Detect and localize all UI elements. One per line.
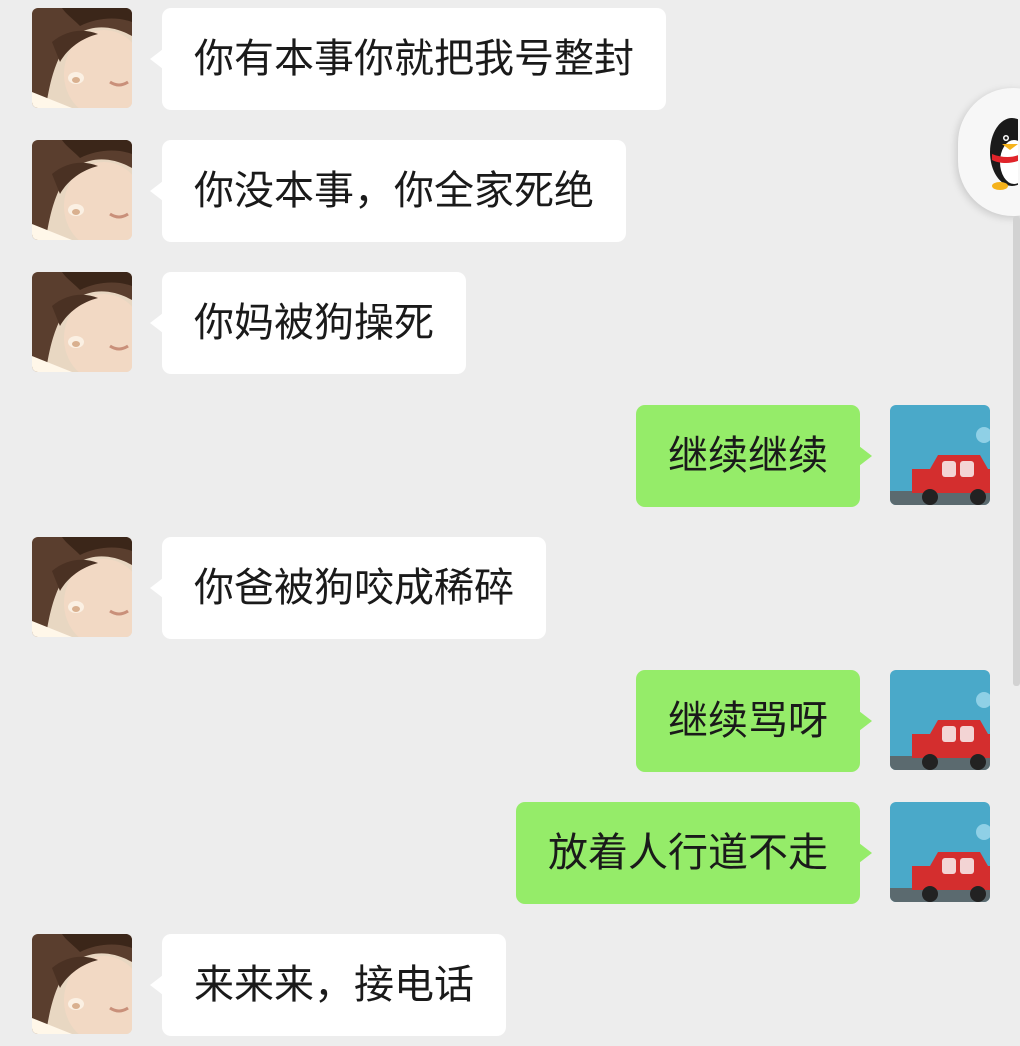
self-avatar[interactable]: [890, 405, 990, 505]
contact-avatar[interactable]: [32, 934, 132, 1034]
message-row-outgoing: 继续继续: [0, 405, 1020, 507]
message-bubble[interactable]: 继续继续: [636, 405, 872, 507]
scrollbar[interactable]: [1013, 216, 1020, 686]
message-bubble[interactable]: 放着人行道不走: [516, 802, 872, 904]
message-row-outgoing: 继续骂呀: [0, 670, 1020, 772]
penguin-icon: [990, 118, 1020, 190]
message-bubble[interactable]: 你妈被狗操死: [150, 272, 466, 374]
floating-penguin-widget[interactable]: [958, 88, 1020, 216]
contact-avatar[interactable]: [32, 140, 132, 240]
message-row-incoming: 你爸被狗咬成稀碎: [0, 537, 1020, 639]
message-row-incoming: 来来来，接电话: [0, 934, 1020, 1036]
message-row-incoming: 你没本事，你全家死绝: [0, 140, 1020, 242]
contact-avatar[interactable]: [32, 8, 132, 108]
message-row-incoming: 你有本事你就把我号整封: [0, 8, 1020, 110]
self-avatar[interactable]: [890, 802, 990, 902]
message-bubble[interactable]: 你没本事，你全家死绝: [150, 140, 626, 242]
message-bubble[interactable]: 你有本事你就把我号整封: [150, 8, 666, 110]
message-row-outgoing: 放着人行道不走: [0, 802, 1020, 904]
contact-avatar[interactable]: [32, 272, 132, 372]
message-row-incoming: 你妈被狗操死: [0, 272, 1020, 374]
chat-message-list[interactable]: 你有本事你就把我号整封 你没本事，你全家死绝 你妈被狗操死 继续继续 你爸被狗咬…: [0, 0, 1020, 1046]
message-bubble[interactable]: 来来来，接电话: [150, 934, 506, 1036]
contact-avatar[interactable]: [32, 537, 132, 637]
message-bubble[interactable]: 你爸被狗咬成稀碎: [150, 537, 546, 639]
message-bubble[interactable]: 继续骂呀: [636, 670, 872, 772]
self-avatar[interactable]: [890, 670, 990, 770]
